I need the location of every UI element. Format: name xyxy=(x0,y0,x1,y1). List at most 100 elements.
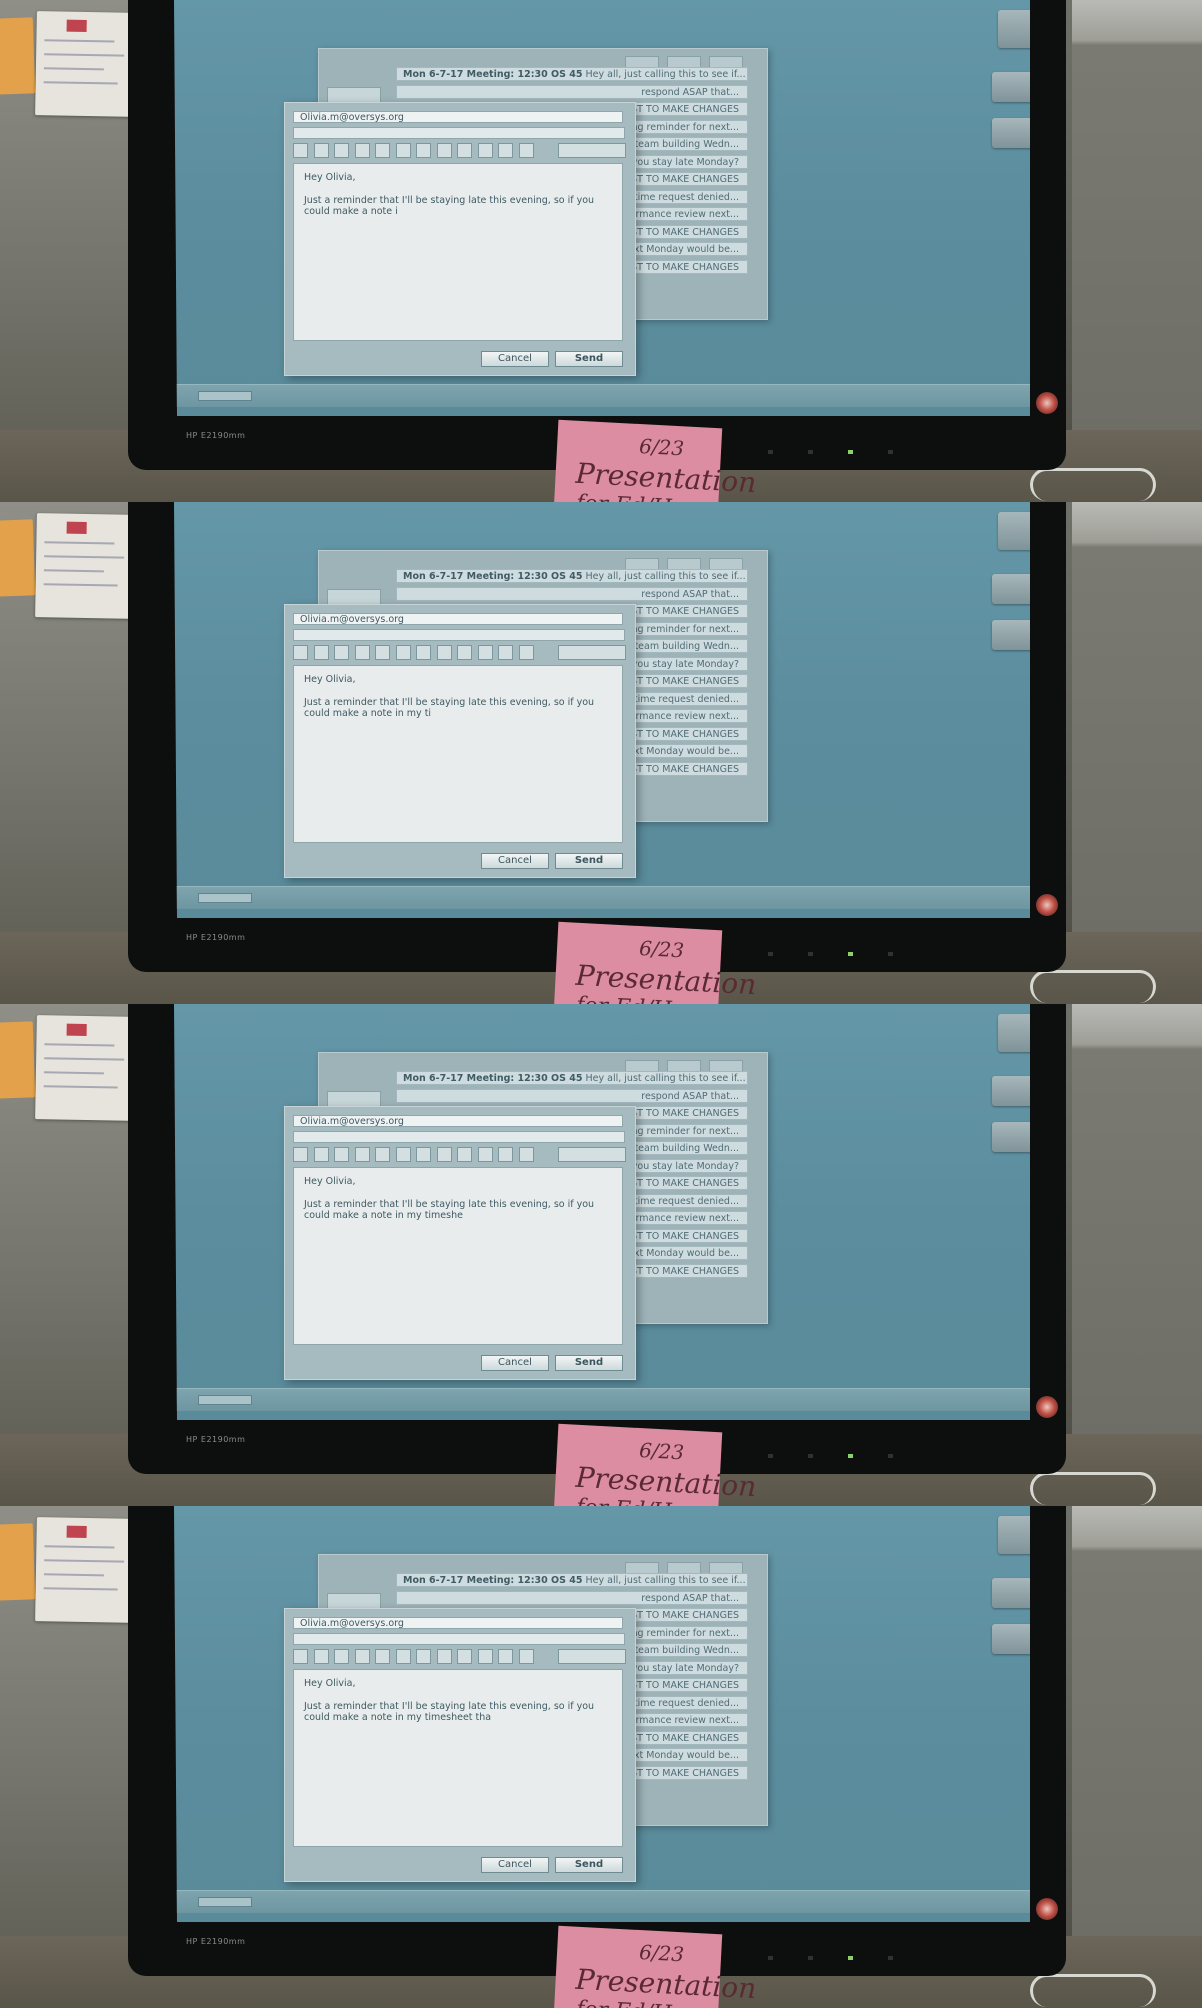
monitor-button[interactable] xyxy=(768,1454,773,1458)
monitor-button[interactable] xyxy=(888,1956,893,1960)
format-button[interactable] xyxy=(436,143,452,158)
font-select[interactable] xyxy=(558,1649,626,1664)
format-button[interactable] xyxy=(518,1147,534,1162)
folder-icon[interactable] xyxy=(992,574,1030,604)
cancel-button[interactable]: Cancel xyxy=(481,1355,549,1371)
format-button[interactable] xyxy=(416,1147,431,1162)
monitor-button[interactable] xyxy=(808,450,813,454)
subject-field[interactable] xyxy=(293,629,625,641)
folder-icon[interactable] xyxy=(992,1122,1030,1152)
format-button[interactable] xyxy=(498,143,513,158)
message-body[interactable]: Hey Olivia, Just a reminder that I'll be… xyxy=(293,1669,623,1847)
format-button[interactable] xyxy=(313,645,329,660)
send-button[interactable]: Send xyxy=(555,853,623,869)
power-button[interactable] xyxy=(1036,894,1058,916)
folder-icon[interactable] xyxy=(992,1076,1030,1106)
message-row[interactable]: Mon 6-7-17 Meeting: 12:30 OS 45 Hey all,… xyxy=(396,1071,748,1085)
folder-icon[interactable] xyxy=(992,118,1030,148)
format-button[interactable] xyxy=(313,143,329,158)
subject-field[interactable] xyxy=(293,1131,625,1143)
monitor-button[interactable] xyxy=(808,1454,813,1458)
format-button[interactable] xyxy=(293,1147,308,1162)
format-button[interactable] xyxy=(293,1649,308,1664)
start-button[interactable] xyxy=(198,893,252,903)
format-button[interactable] xyxy=(395,645,411,660)
folder-icon[interactable] xyxy=(992,72,1030,102)
format-button[interactable] xyxy=(477,1649,493,1664)
to-field[interactable]: Olivia.m@oversys.org xyxy=(293,111,623,123)
monitor-button[interactable] xyxy=(888,1454,893,1458)
font-select[interactable] xyxy=(558,645,626,660)
subject-field[interactable] xyxy=(293,1633,625,1645)
message-body[interactable]: Hey Olivia, Just a reminder that I'll be… xyxy=(293,665,623,843)
monitor-button[interactable] xyxy=(808,952,813,956)
message-row[interactable]: respond ASAP that... xyxy=(396,84,748,99)
format-button[interactable] xyxy=(395,143,411,158)
power-button[interactable] xyxy=(1036,1898,1058,1920)
power-button[interactable] xyxy=(1036,1396,1058,1418)
power-button[interactable] xyxy=(1036,392,1058,414)
format-button[interactable] xyxy=(477,645,493,660)
format-button[interactable] xyxy=(436,1649,452,1664)
format-button[interactable] xyxy=(313,1649,329,1664)
format-button[interactable] xyxy=(375,1649,390,1664)
subject-field[interactable] xyxy=(293,127,625,139)
format-button[interactable] xyxy=(518,1649,534,1664)
message-body[interactable]: Hey Olivia, Just a reminder that I'll be… xyxy=(293,1167,623,1345)
format-button[interactable] xyxy=(498,1147,513,1162)
monitor-button[interactable] xyxy=(768,1956,773,1960)
format-button[interactable] xyxy=(457,645,472,660)
monitor-button[interactable] xyxy=(888,952,893,956)
format-button[interactable] xyxy=(293,143,308,158)
format-button[interactable] xyxy=(313,1147,329,1162)
format-button[interactable] xyxy=(395,1649,411,1664)
message-row[interactable]: respond ASAP that... xyxy=(396,1088,748,1103)
format-button[interactable] xyxy=(334,1147,349,1162)
format-button[interactable] xyxy=(416,645,431,660)
message-row[interactable]: Mon 6-7-17 Meeting: 12:30 OS 45 Hey all,… xyxy=(396,1573,748,1587)
format-button[interactable] xyxy=(436,1147,452,1162)
format-button[interactable] xyxy=(334,143,349,158)
format-button[interactable] xyxy=(498,1649,513,1664)
cancel-button[interactable]: Cancel xyxy=(481,853,549,869)
to-field[interactable]: Olivia.m@oversys.org xyxy=(293,613,623,625)
format-button[interactable] xyxy=(354,645,370,660)
monitor-button[interactable] xyxy=(768,450,773,454)
format-button[interactable] xyxy=(416,1649,431,1664)
format-button[interactable] xyxy=(436,645,452,660)
format-button[interactable] xyxy=(395,1147,411,1162)
format-button[interactable] xyxy=(518,645,534,660)
monitor-button[interactable] xyxy=(768,952,773,956)
send-button[interactable]: Send xyxy=(555,351,623,367)
start-button[interactable] xyxy=(198,1395,252,1405)
format-button[interactable] xyxy=(375,1147,390,1162)
send-button[interactable]: Send xyxy=(555,1857,623,1873)
font-select[interactable] xyxy=(558,1147,626,1162)
start-button[interactable] xyxy=(198,1897,252,1907)
format-button[interactable] xyxy=(457,1147,472,1162)
folder-icon[interactable] xyxy=(992,1624,1030,1654)
format-button[interactable] xyxy=(354,1147,370,1162)
format-button[interactable] xyxy=(354,1649,370,1664)
format-button[interactable] xyxy=(477,1147,493,1162)
format-button[interactable] xyxy=(416,143,431,158)
format-button[interactable] xyxy=(457,1649,472,1664)
font-select[interactable] xyxy=(558,143,626,158)
message-body[interactable]: Hey Olivia, Just a reminder that I'll be… xyxy=(293,163,623,341)
message-row[interactable]: respond ASAP that... xyxy=(396,586,748,601)
format-button[interactable] xyxy=(334,1649,349,1664)
format-button[interactable] xyxy=(518,143,534,158)
to-field[interactable]: Olivia.m@oversys.org xyxy=(293,1617,623,1629)
monitor-button[interactable] xyxy=(808,1956,813,1960)
monitor-button[interactable] xyxy=(888,450,893,454)
folder-icon[interactable] xyxy=(992,1578,1030,1608)
format-button[interactable] xyxy=(354,143,370,158)
to-field[interactable]: Olivia.m@oversys.org xyxy=(293,1115,623,1127)
start-button[interactable] xyxy=(198,391,252,401)
message-row[interactable]: Mon 6-7-17 Meeting: 12:30 OS 45 Hey all,… xyxy=(396,67,748,81)
cancel-button[interactable]: Cancel xyxy=(481,1857,549,1873)
cancel-button[interactable]: Cancel xyxy=(481,351,549,367)
message-row[interactable]: respond ASAP that... xyxy=(396,1590,748,1605)
format-button[interactable] xyxy=(498,645,513,660)
message-row[interactable]: Mon 6-7-17 Meeting: 12:30 OS 45 Hey all,… xyxy=(396,569,748,583)
